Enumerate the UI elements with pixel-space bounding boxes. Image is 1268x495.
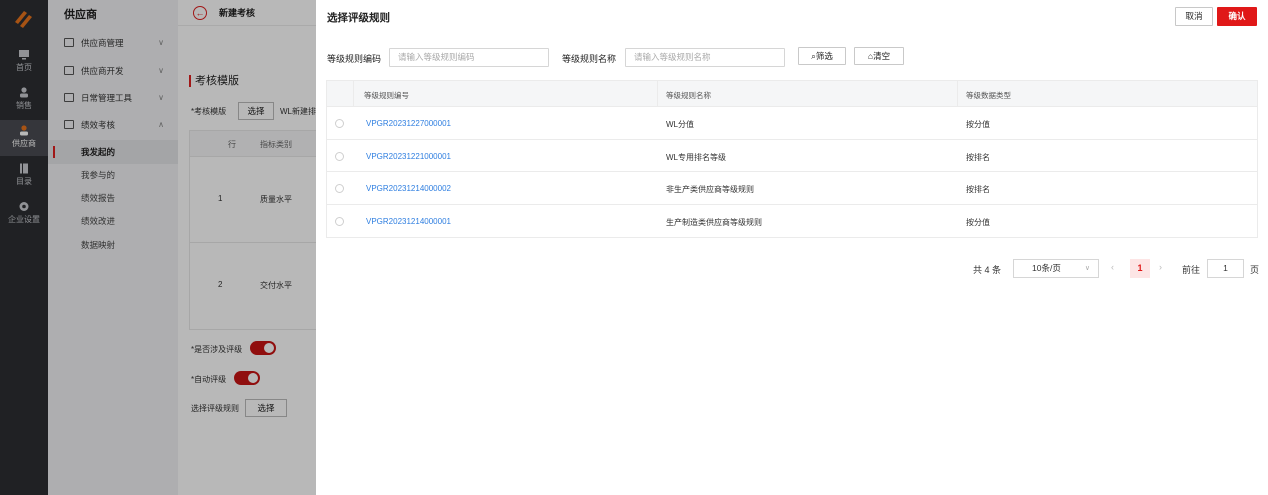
- rule-type: 按排名: [966, 185, 990, 194]
- rule-code-link[interactable]: VPGR20231227000001: [366, 119, 451, 128]
- column-divider: [353, 81, 354, 106]
- row-radio[interactable]: [335, 184, 344, 193]
- filter-button[interactable]: ⌕筛选: [798, 47, 846, 65]
- name-filter-input[interactable]: 请输入等级规则名称: [625, 48, 785, 67]
- goto-page-input[interactable]: 1: [1207, 259, 1244, 278]
- page-number-current[interactable]: 1: [1130, 259, 1150, 278]
- clear-button[interactable]: ⌂清空: [854, 47, 904, 65]
- code-filter-input[interactable]: 请输入等级规则编码: [389, 48, 549, 67]
- row-radio[interactable]: [335, 151, 344, 161]
- table-header: 等级规则编号 等级规则名称 等级数据类型: [327, 81, 1257, 107]
- rule-code-link[interactable]: VPGR20231221000001: [366, 152, 451, 161]
- page-size-select[interactable]: 10条/页 ∨: [1013, 259, 1099, 278]
- next-page-button[interactable]: ›: [1159, 262, 1162, 272]
- table-row[interactable]: VPGR20231221000001 WL专用排名等级 按排名: [327, 140, 1257, 172]
- rule-table: 等级规则编号 等级规则名称 等级数据类型 VPGR20231227000001 …: [326, 80, 1258, 238]
- cancel-button[interactable]: 取消: [1175, 7, 1213, 26]
- rule-name: 生产制造类供应商等级规则: [666, 217, 762, 227]
- rule-select-drawer: 选择评级规则 取消 确认 等级规则编码 请输入等级规则编码 等级规则名称 请输入…: [316, 0, 1268, 495]
- rule-type: 按分值: [966, 120, 990, 129]
- prev-page-button[interactable]: ‹: [1111, 262, 1114, 272]
- rule-name: WL专用排名等级: [666, 152, 726, 162]
- rule-code-link[interactable]: VPGR20231214000001: [366, 217, 451, 226]
- row-radio[interactable]: [335, 119, 344, 128]
- row-radio[interactable]: [335, 216, 344, 226]
- table-row[interactable]: VPGR20231214000002 非生产类供应商等级规则 按排名: [327, 172, 1257, 205]
- filter-button-label: 筛选: [815, 51, 833, 61]
- rule-type: 按分值: [966, 217, 990, 227]
- page-suffix: 页: [1250, 265, 1260, 275]
- code-filter-label: 等级规则编码: [327, 54, 382, 64]
- table-row[interactable]: VPGR20231227000001 WL分值 按分值: [327, 107, 1257, 140]
- rule-type: 按排名: [966, 152, 990, 162]
- rule-name: WL分值: [666, 120, 694, 129]
- goto-label: 前往: [1182, 265, 1201, 275]
- drawer-title: 选择评级规则: [327, 12, 390, 24]
- column-header: 等级规则名称: [666, 91, 711, 100]
- chevron-down-icon: ∨: [1084, 265, 1090, 272]
- column-divider: [657, 81, 658, 106]
- name-filter-label: 等级规则名称: [562, 54, 617, 64]
- column-header: 等级数据类型: [966, 91, 1011, 100]
- table-row[interactable]: VPGR20231214000001 生产制造类供应商等级规则 按分值: [327, 205, 1257, 238]
- page-size-value: 10条/页: [1032, 263, 1061, 273]
- column-divider: [957, 81, 958, 106]
- clear-button-label: 清空: [873, 51, 891, 61]
- pagination-total: 共 4 条: [973, 265, 1002, 275]
- rule-code-link[interactable]: VPGR20231214000002: [366, 184, 451, 193]
- confirm-button[interactable]: 确认: [1217, 7, 1257, 26]
- rule-name: 非生产类供应商等级规则: [666, 185, 754, 194]
- column-header: 等级规则编号: [364, 91, 409, 100]
